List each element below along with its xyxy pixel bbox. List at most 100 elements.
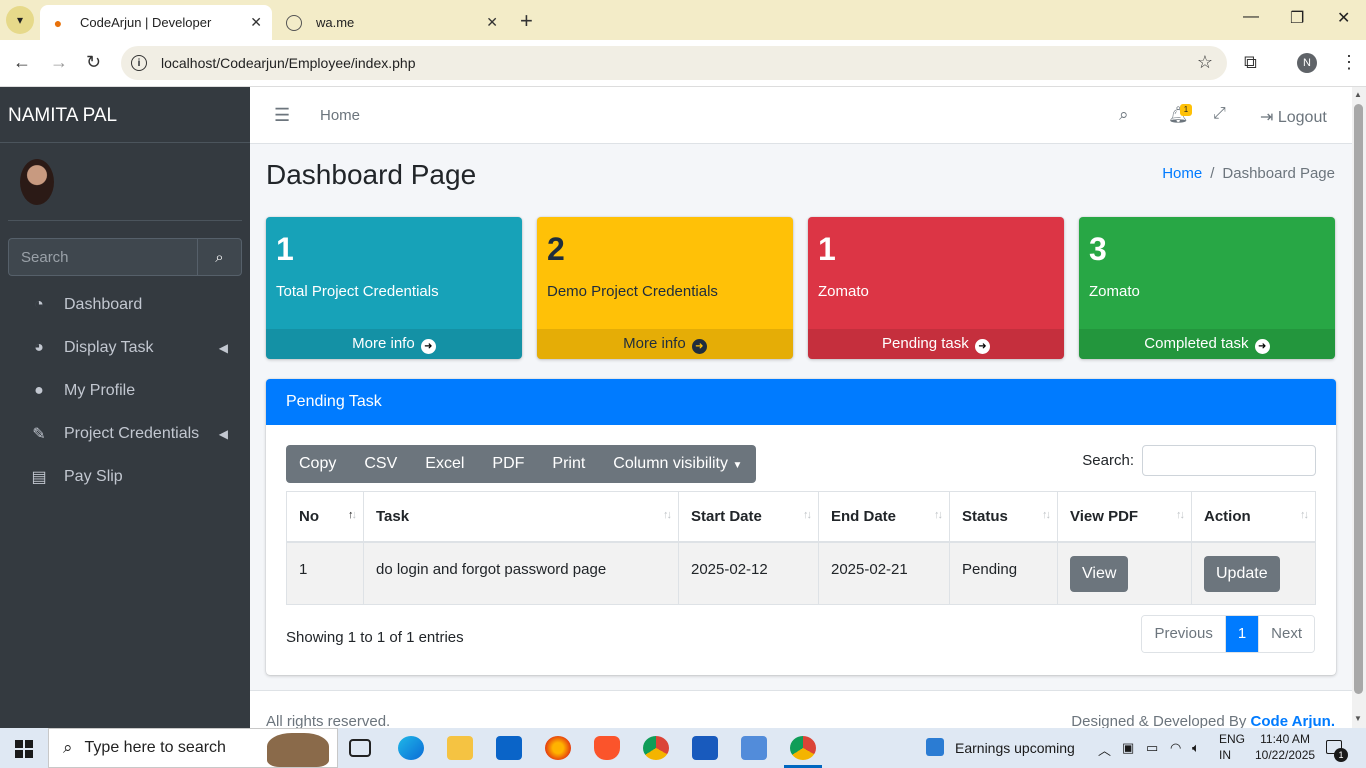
volume-icon[interactable]: 🔈︎ — [1192, 740, 1200, 756]
brand-name[interactable]: NAMITA PAL — [0, 87, 250, 143]
outlook-icon[interactable] — [496, 736, 522, 760]
edge-icon[interactable] — [398, 736, 424, 760]
column-header-task[interactable]: Task ↑↓ — [363, 491, 679, 543]
view-pdf-button[interactable]: View — [1070, 555, 1129, 592]
site-info-icon[interactable]: i — [131, 55, 147, 71]
wifi-icon[interactable]: ◠ — [1170, 740, 1181, 756]
search-icon: ⌕ — [63, 738, 73, 757]
windows-start-icon[interactable] — [15, 740, 33, 758]
sort-icon: ↑↓ — [934, 509, 943, 521]
system-clock[interactable]: 11:40 AM 10/22/2025 — [1255, 731, 1315, 763]
scrollbar-thumb[interactable] — [1354, 104, 1363, 694]
search-highlight-image — [267, 733, 329, 767]
update-button[interactable]: Update — [1204, 555, 1280, 592]
tab-search-button[interactable]: ▾ — [6, 6, 34, 34]
sort-icon: ↑↓ — [1176, 509, 1185, 521]
column-visibility-button[interactable]: Column visibility ▼ — [599, 445, 756, 483]
bookmark-star-icon[interactable]: ☆ — [1197, 52, 1213, 73]
weather-widget-text[interactable]: Earnings upcoming — [955, 740, 1075, 756]
table-search-label: Search: — [1082, 452, 1134, 469]
close-window-icon[interactable]: ✕ — [1337, 8, 1350, 28]
word-icon[interactable] — [692, 736, 718, 760]
minimize-icon[interactable]: — — [1243, 8, 1259, 26]
chevron-up-icon[interactable]: ︿ — [1098, 740, 1111, 759]
breadcrumb-separator: / — [1210, 165, 1215, 182]
excel-button[interactable]: Excel — [411, 445, 478, 483]
column-header-action[interactable]: Action ↑↓ — [1191, 491, 1316, 543]
copy-button[interactable]: Copy — [286, 445, 350, 483]
profile-avatar[interactable]: N — [1297, 53, 1317, 73]
column-header-label: No — [299, 507, 319, 525]
reload-icon[interactable]: ↻ — [86, 52, 101, 73]
meet-now-icon[interactable]: ▣ — [1122, 740, 1134, 756]
close-tab-icon[interactable]: ✕ — [250, 14, 262, 31]
chrome-profile-icon[interactable] — [784, 736, 822, 768]
pagination-page[interactable]: 1 — [1224, 616, 1259, 652]
address-bar[interactable]: i localhost/Codearjun/Employee/index.php… — [121, 46, 1227, 80]
browser-tab-active[interactable]: ● CodeArjun | Developer ✕ — [40, 5, 272, 40]
sidebar-search-input[interactable] — [8, 238, 197, 276]
hamburger-menu-icon[interactable]: ☰ — [274, 105, 290, 126]
taskbar-search[interactable]: ⌕ Type here to search — [48, 728, 338, 768]
globe-icon — [286, 14, 302, 31]
csv-button[interactable]: CSV — [350, 445, 411, 483]
logout-link[interactable]: ⇥ Logout — [1260, 107, 1327, 127]
news-widget-icon[interactable] — [926, 738, 944, 756]
new-tab-button[interactable]: + — [520, 8, 533, 34]
column-header-label: View PDF — [1070, 507, 1139, 525]
back-arrow-icon[interactable]: ← — [13, 52, 31, 73]
stat-footer-link[interactable]: Completed task ➜ — [1079, 329, 1335, 359]
stat-footer-link[interactable]: Pending task ➜ — [808, 329, 1064, 359]
sidebar-item-display-task[interactable]: ◕ Display Task ◀ — [8, 326, 242, 369]
battery-icon[interactable]: ▭ — [1146, 740, 1158, 756]
scroll-down-arrow-icon[interactable]: ▼ — [1354, 714, 1362, 723]
table-search-input[interactable] — [1142, 445, 1316, 476]
forward-arrow-icon[interactable]: → — [50, 52, 68, 73]
task-view-icon[interactable] — [349, 739, 371, 757]
edit-icon: ✎ — [32, 425, 46, 443]
pagination-previous[interactable]: Previous — [1142, 616, 1225, 652]
pdf-button[interactable]: PDF — [478, 445, 538, 483]
browser-menu-icon[interactable]: ⋮ — [1340, 52, 1358, 73]
restore-icon[interactable]: ❐ — [1290, 8, 1304, 28]
file-explorer-icon[interactable] — [447, 736, 473, 760]
remote-desktop-icon[interactable] — [741, 736, 767, 760]
column-header-end-date[interactable]: End Date ↑↓ — [818, 491, 950, 543]
browser-tab-inactive[interactable]: wa.me ✕ — [276, 5, 508, 40]
column-header-no[interactable]: No ↑↓ — [286, 491, 364, 543]
sidebar-item-label: My Profile — [64, 381, 136, 399]
column-header-view-pdf[interactable]: View PDF ↑↓ — [1057, 491, 1192, 543]
stat-footer-link[interactable]: More info ➜ — [266, 329, 522, 359]
fullscreen-icon[interactable]: ⤢ — [1213, 105, 1226, 123]
sidebar-item-my-profile[interactable]: ● My Profile — [8, 369, 242, 412]
stat-label: Total Project Credentials — [276, 283, 439, 300]
stat-footer-label: Pending task — [882, 335, 969, 352]
page-title: Dashboard Page — [266, 159, 477, 190]
extensions-icon[interactable]: ⧉ — [1244, 52, 1257, 73]
column-header-status[interactable]: Status ↑↓ — [949, 491, 1058, 543]
sidebar-item-project-credentials[interactable]: ✎ Project Credentials ◀ — [8, 412, 242, 455]
nav-home-link[interactable]: Home — [320, 107, 360, 124]
breadcrumb-home[interactable]: Home — [1162, 165, 1202, 182]
sort-asc-icon: ↑↓ — [348, 509, 357, 521]
firefox-icon[interactable] — [545, 736, 571, 760]
chrome-icon[interactable] — [643, 736, 669, 760]
search-icon: ⌕ — [215, 248, 224, 266]
user-avatar[interactable] — [20, 159, 54, 205]
scroll-up-arrow-icon[interactable]: ▲ — [1354, 90, 1362, 99]
sidebar-item-dashboard[interactable]: ◔ Dashboard — [8, 283, 242, 326]
cell-view-pdf: View — [1057, 541, 1192, 605]
stat-number: 2 — [547, 231, 565, 267]
input-language[interactable]: ENG IN — [1219, 731, 1245, 763]
breadcrumb: Home / Dashboard Page — [1162, 165, 1335, 182]
sidebar-item-pay-slip[interactable]: ▤ Pay Slip — [8, 455, 242, 498]
sidebar-search-button[interactable]: ⌕ — [197, 238, 242, 276]
column-header-start-date[interactable]: Start Date ↑↓ — [678, 491, 819, 543]
stat-footer-link[interactable]: More info ➜ — [537, 329, 793, 359]
brave-icon[interactable] — [594, 736, 620, 760]
print-button[interactable]: Print — [538, 445, 599, 483]
url-text[interactable]: localhost/Codearjun/Employee/index.php — [161, 55, 416, 71]
pagination-next[interactable]: Next — [1258, 616, 1314, 652]
close-tab-icon[interactable]: ✕ — [486, 14, 498, 31]
search-icon[interactable]: ⌕ — [1119, 105, 1129, 125]
